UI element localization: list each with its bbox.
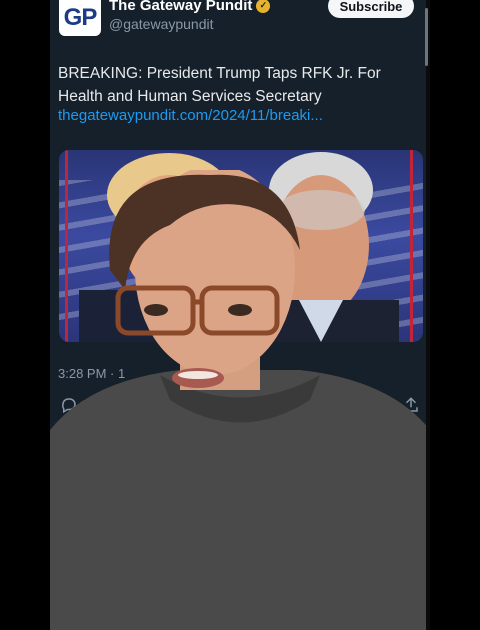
share-button[interactable]: [402, 396, 420, 414]
account-name-row[interactable]: The Gateway Pundit ✓: [109, 0, 271, 14]
account-name: The Gateway Pundit: [109, 0, 253, 14]
reply-button[interactable]: [60, 396, 78, 414]
media-portraits: [79, 152, 399, 342]
tweet-screen: GP The Gateway Pundit ✓ @gatewaypundit S…: [50, 0, 430, 630]
verified-badge-icon: ✓: [256, 0, 271, 13]
bookmark-count: 5: [342, 397, 350, 413]
account-handle[interactable]: @gatewaypundit: [109, 16, 214, 32]
subscribe-button[interactable]: Subscribe: [328, 0, 414, 18]
avatar-logo-text: GP: [63, 4, 98, 31]
tweet-link[interactable]: thegatewaypundit.com/2024/11/breaki...: [58, 107, 323, 124]
bookmark-button[interactable]: 5: [318, 396, 349, 414]
tweet-timestamp: 3:28 PM · 1: [58, 366, 126, 381]
scrollbar-thumb[interactable]: [425, 8, 428, 66]
share-icon: [404, 397, 418, 412]
mail-icon[interactable]: [386, 606, 408, 626]
reply-icon: [62, 398, 76, 414]
account-avatar[interactable]: GP: [59, 0, 101, 36]
tweet-text: BREAKING: President Trump Taps RFK Jr. F…: [58, 65, 381, 105]
more-icon[interactable]: •••: [402, 480, 420, 496]
tweet-media-image[interactable]: [59, 150, 423, 342]
scrollbar-track[interactable]: [426, 0, 430, 630]
bookmark-icon: [319, 396, 333, 414]
section-divider: [50, 470, 430, 471]
bell-icon[interactable]: [326, 606, 346, 628]
